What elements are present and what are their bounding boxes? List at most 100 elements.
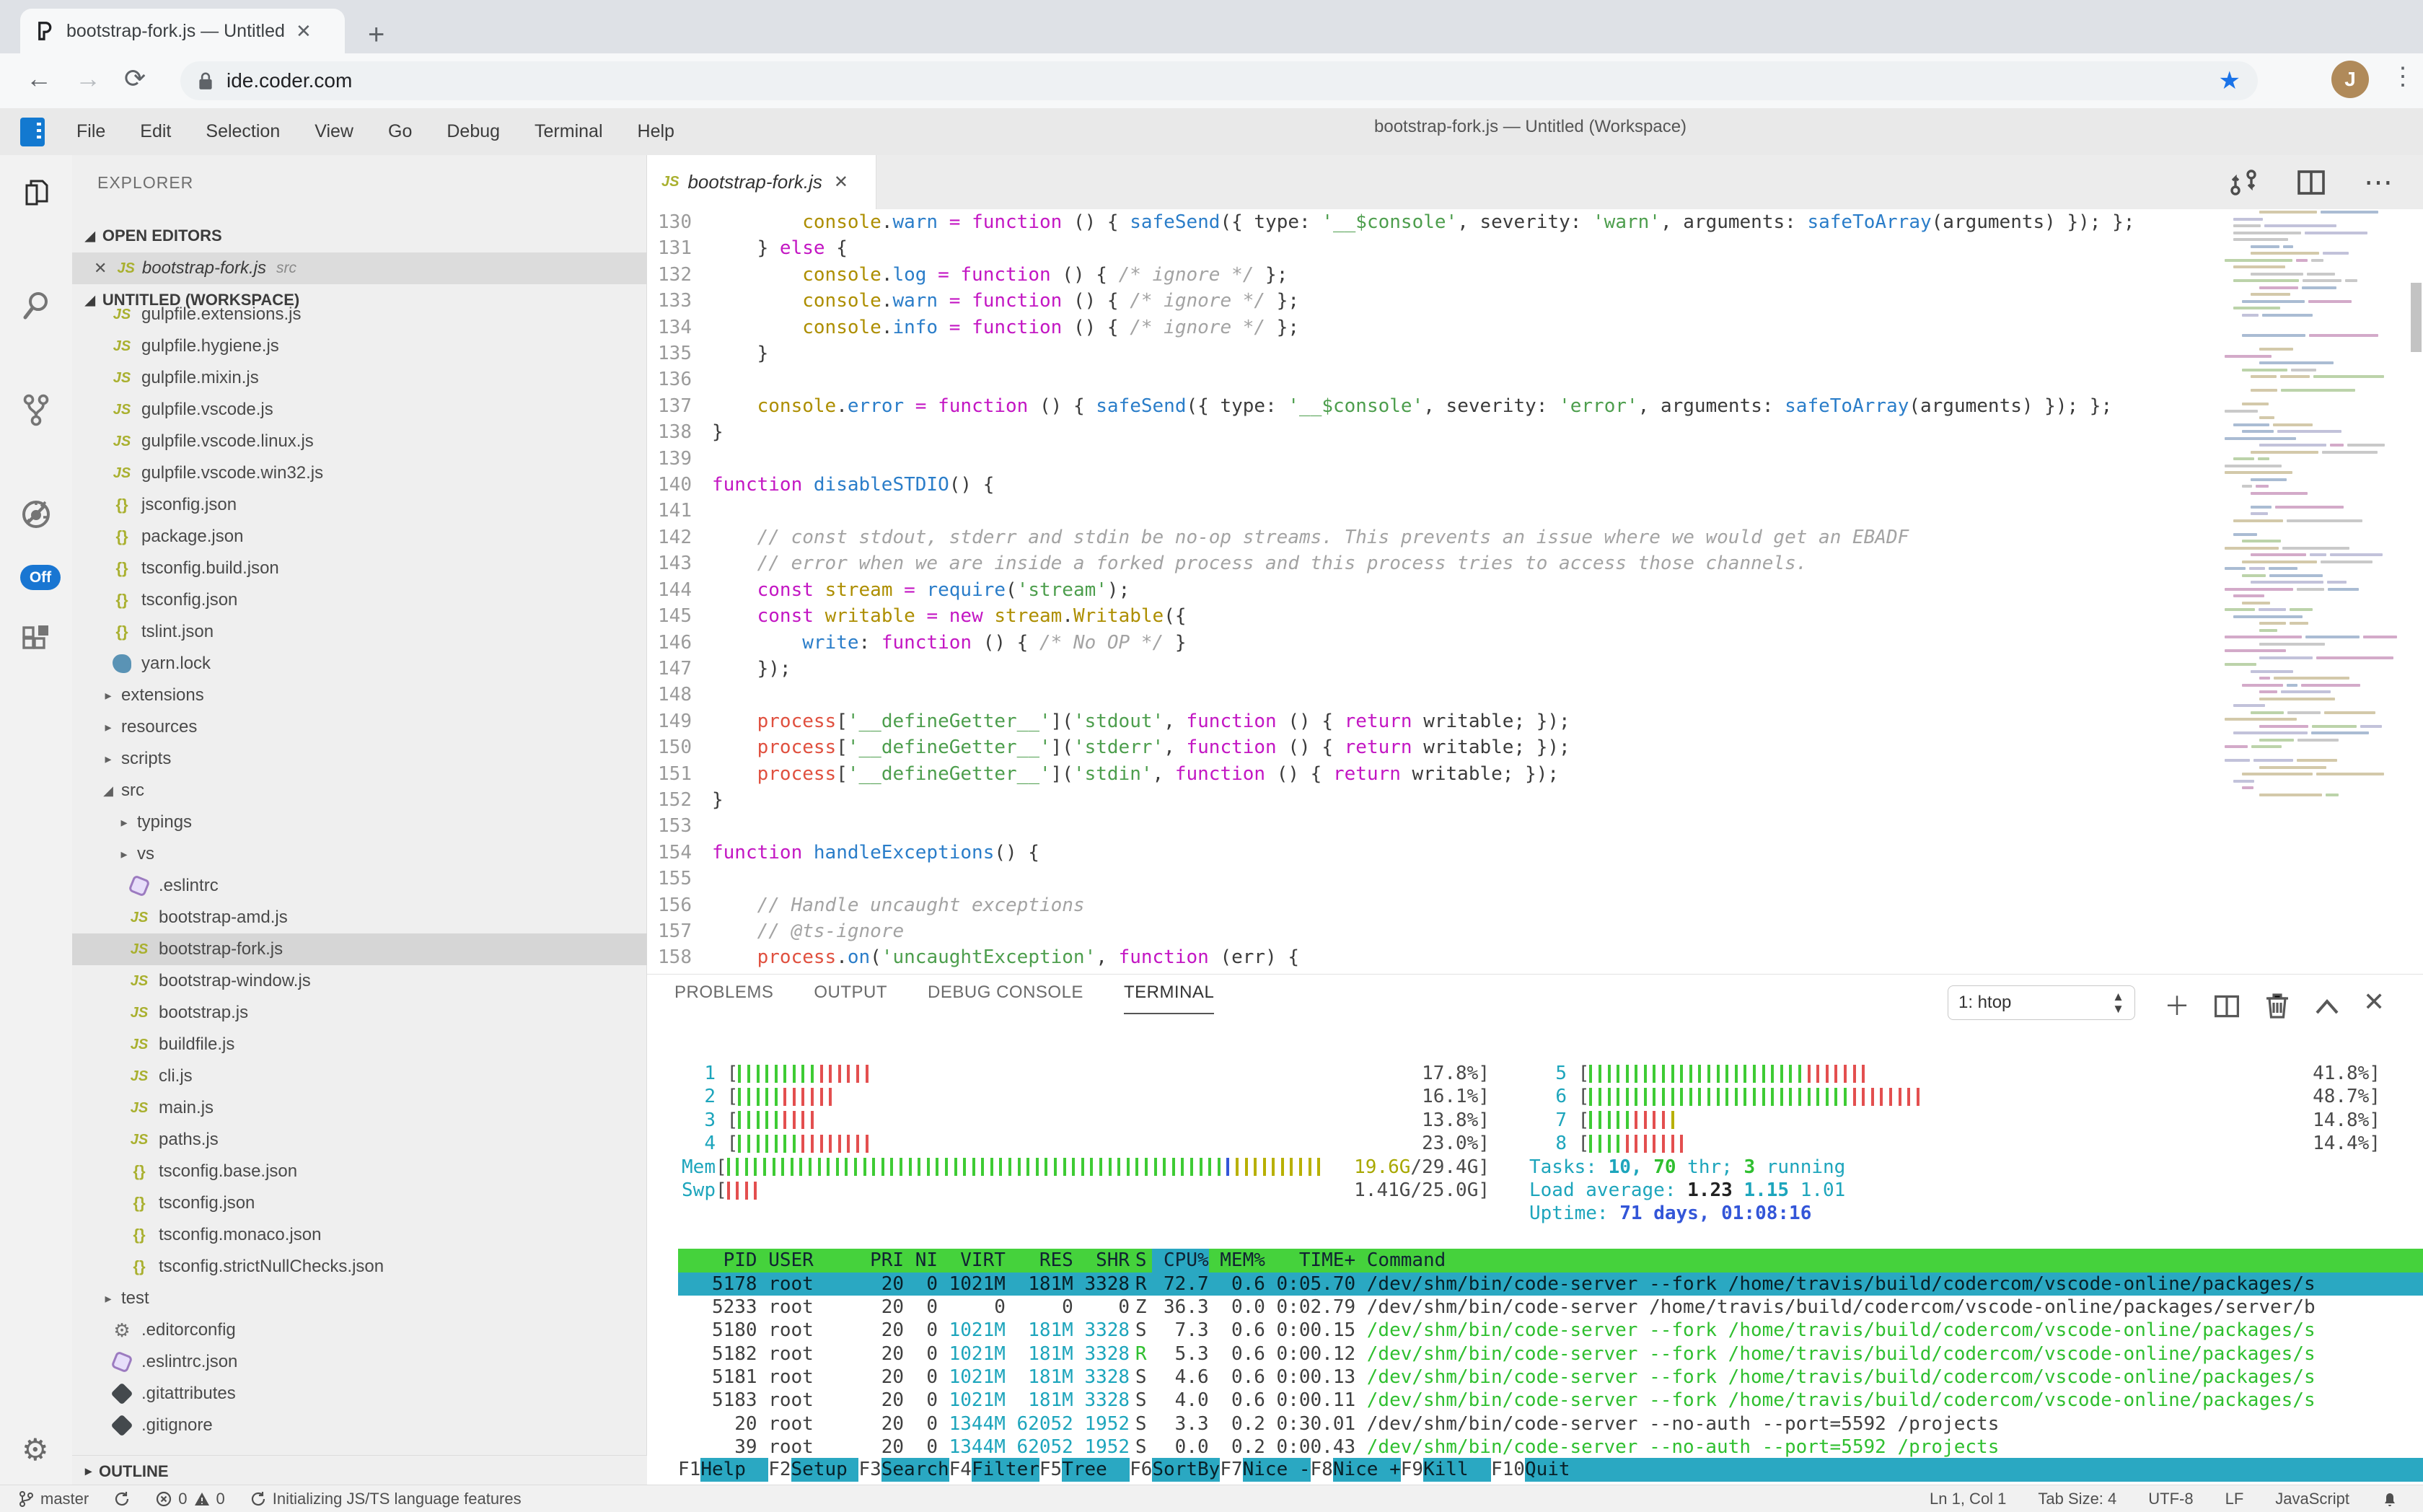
fkey-label-search[interactable]: Search — [881, 1458, 949, 1482]
problems-indicator[interactable]: 0 0 — [155, 1490, 225, 1508]
extensions-icon[interactable] — [19, 624, 53, 657]
panel-tab-output[interactable]: OUTPUT — [814, 983, 887, 1014]
encoding[interactable]: UTF-8 — [2148, 1490, 2193, 1508]
indentation[interactable]: Tab Size: 4 — [2038, 1490, 2116, 1508]
file-row[interactable]: JSgulpfile.hygiene.js — [72, 330, 647, 362]
htop-process-row[interactable]: 5183root2001021M181M3328S4.00.60:00.11/d… — [678, 1389, 2423, 1412]
file-row[interactable]: JSbootstrap-amd.js — [72, 902, 647, 933]
language-mode[interactable]: JavaScript — [2275, 1490, 2349, 1508]
fkey-label-kill[interactable]: Kill — [1423, 1458, 1491, 1482]
open-editors-header[interactable]: ◢ OPEN EDITORS — [72, 220, 647, 252]
cursor-position[interactable]: Ln 1, Col 1 — [1930, 1490, 2006, 1508]
fkey-f6[interactable]: F6 — [1130, 1458, 1152, 1482]
split-editor-icon[interactable] — [2296, 167, 2326, 198]
fkey-f3[interactable]: F3 — [858, 1458, 881, 1482]
file-row[interactable]: ◢src — [72, 775, 647, 806]
fkey-f7[interactable]: F7 — [1220, 1458, 1242, 1482]
htop-process-row[interactable]: 5233root200000Z36.30.00:02.79/dev/shm/bi… — [678, 1296, 2423, 1319]
bookmark-star-icon[interactable]: ★ — [2219, 66, 2240, 95]
sync-button[interactable] — [113, 1490, 131, 1508]
source-control-icon[interactable] — [19, 393, 53, 426]
fkey-f4[interactable]: F4 — [949, 1458, 972, 1482]
htop-process-row[interactable]: 39root2001344M620521952S0.00.20:00.43/de… — [678, 1436, 2423, 1459]
fkey-label-help[interactable]: Help — [700, 1458, 768, 1482]
file-row[interactable]: yarn.lock — [72, 648, 647, 680]
new-terminal-icon[interactable]: ＋ — [2164, 985, 2190, 1023]
tab-close-icon[interactable]: ✕ — [296, 20, 312, 43]
coder-logo-icon[interactable] — [20, 118, 45, 146]
file-row[interactable]: ▸extensions — [72, 680, 647, 711]
fkey-f9[interactable]: F9 — [1401, 1458, 1423, 1482]
file-row[interactable]: JSgulpfile.vscode.linux.js — [72, 426, 647, 457]
eol-sequence[interactable]: LF — [2225, 1490, 2244, 1508]
close-icon[interactable]: ✕ — [94, 259, 107, 278]
open-editor-item[interactable]: ✕ JS bootstrap-fork.js src — [72, 252, 647, 284]
git-compare-icon[interactable] — [2228, 167, 2259, 198]
file-row[interactable]: JSgulpfile.vscode.win32.js — [72, 457, 647, 489]
maximize-panel-icon[interactable] — [2314, 997, 2340, 1016]
file-row[interactable]: {}tsconfig.monaco.json — [72, 1219, 647, 1251]
fkey-f10[interactable]: F10 — [1491, 1458, 1525, 1482]
file-row[interactable]: .gitignore — [72, 1410, 647, 1438]
fkey-label-sortby[interactable]: SortBy — [1152, 1458, 1220, 1482]
file-row[interactable]: JSbuildfile.js — [72, 1029, 647, 1060]
file-row[interactable]: JSmain.js — [72, 1092, 647, 1124]
panel-tab-terminal[interactable]: TERMINAL — [1124, 983, 1214, 1014]
fkey-label-nice[interactable]: Nice + — [1333, 1458, 1401, 1482]
file-row[interactable]: .eslintrc — [72, 870, 647, 902]
menu-item-debug[interactable]: Debug — [429, 121, 517, 142]
file-row[interactable]: JSpaths.js — [72, 1124, 647, 1156]
fkey-label-quit[interactable]: Quit — [1525, 1458, 1593, 1482]
terminal[interactable]: 1 [17.8%]5 [41.8%]2 [16.1%]6 [48.7%]3 [1… — [678, 1062, 2423, 1485]
kill-terminal-icon[interactable] — [2264, 991, 2291, 1020]
menu-item-view[interactable]: View — [297, 121, 371, 142]
browser-menu-icon[interactable]: ⋮ — [2391, 62, 2415, 91]
file-row[interactable]: {}tsconfig.build.json — [72, 553, 647, 584]
fkey-label-filter[interactable]: Filter — [972, 1458, 1039, 1482]
fkey-f2[interactable]: F2 — [768, 1458, 791, 1482]
editor-scrollbar[interactable] — [2411, 283, 2422, 352]
panel-tab-problems[interactable]: PROBLEMS — [674, 983, 773, 1014]
file-row[interactable]: JSgulpfile.vscode.js — [72, 394, 647, 426]
menu-item-edit[interactable]: Edit — [123, 121, 188, 142]
htop-process-row[interactable]: 5182root2001021M181M3328R5.30.60:00.12/d… — [678, 1342, 2423, 1366]
file-row[interactable]: ▸vs — [72, 838, 647, 870]
search-icon[interactable] — [19, 289, 53, 322]
split-terminal-icon[interactable] — [2213, 993, 2240, 1020]
fkey-label-tree[interactable]: Tree — [1062, 1458, 1130, 1482]
debug-off-icon[interactable] — [19, 498, 53, 531]
editor-tab[interactable]: JS bootstrap-fork.js ✕ — [647, 155, 876, 209]
file-row[interactable]: .eslintrc.json — [72, 1346, 647, 1378]
menu-item-file[interactable]: File — [59, 121, 123, 142]
htop-process-row[interactable]: 5180root2001021M181M3328S7.30.60:00.15/d… — [678, 1319, 2423, 1342]
git-branch-indicator[interactable]: master — [17, 1490, 89, 1508]
file-row[interactable]: ▸scripts — [72, 743, 647, 775]
file-row[interactable]: JSgulpfile.extensions.js — [72, 299, 647, 330]
fkey-label-nice[interactable]: Nice - — [1243, 1458, 1311, 1482]
file-row[interactable]: ▸typings — [72, 806, 647, 838]
menu-item-terminal[interactable]: Terminal — [517, 121, 620, 142]
more-actions-icon[interactable]: ⋯ — [2364, 166, 2394, 199]
outline-header[interactable]: ▸ OUTLINE — [72, 1455, 647, 1487]
file-row[interactable]: {}tsconfig.strictNullChecks.json — [72, 1251, 647, 1283]
htop-process-row[interactable]: 20root2001344M620521952S3.30.20:30.01/de… — [678, 1412, 2423, 1436]
file-row[interactable]: JSbootstrap-window.js — [72, 965, 647, 997]
file-row[interactable]: JSgulpfile.mixin.js — [72, 362, 647, 394]
menu-item-help[interactable]: Help — [620, 121, 692, 142]
fkey-f8[interactable]: F8 — [1311, 1458, 1333, 1482]
fkey-f1[interactable]: F1 — [678, 1458, 700, 1482]
file-row[interactable]: ▸resources — [72, 711, 647, 743]
file-row[interactable]: ⚙.editorconfig — [72, 1314, 647, 1346]
address-bar[interactable]: ide.coder.com ★ — [180, 61, 2258, 100]
avatar[interactable]: J — [2331, 61, 2369, 98]
file-row[interactable]: JSbootstrap.js — [72, 997, 647, 1029]
minimap[interactable] — [2220, 211, 2404, 809]
language-status[interactable]: Initializing JS/TS language features — [250, 1490, 522, 1508]
file-row[interactable]: {}tsconfig.base.json — [72, 1156, 647, 1187]
close-panel-icon[interactable]: ✕ — [2363, 987, 2385, 1017]
notifications-bell[interactable] — [2381, 1490, 2398, 1508]
code-editor[interactable]: 130 console.warn = function () { safeSen… — [647, 209, 2423, 974]
fkey-f5[interactable]: F5 — [1039, 1458, 1062, 1482]
file-row[interactable]: ▸test — [72, 1283, 647, 1314]
file-row[interactable]: JScli.js — [72, 1060, 647, 1092]
